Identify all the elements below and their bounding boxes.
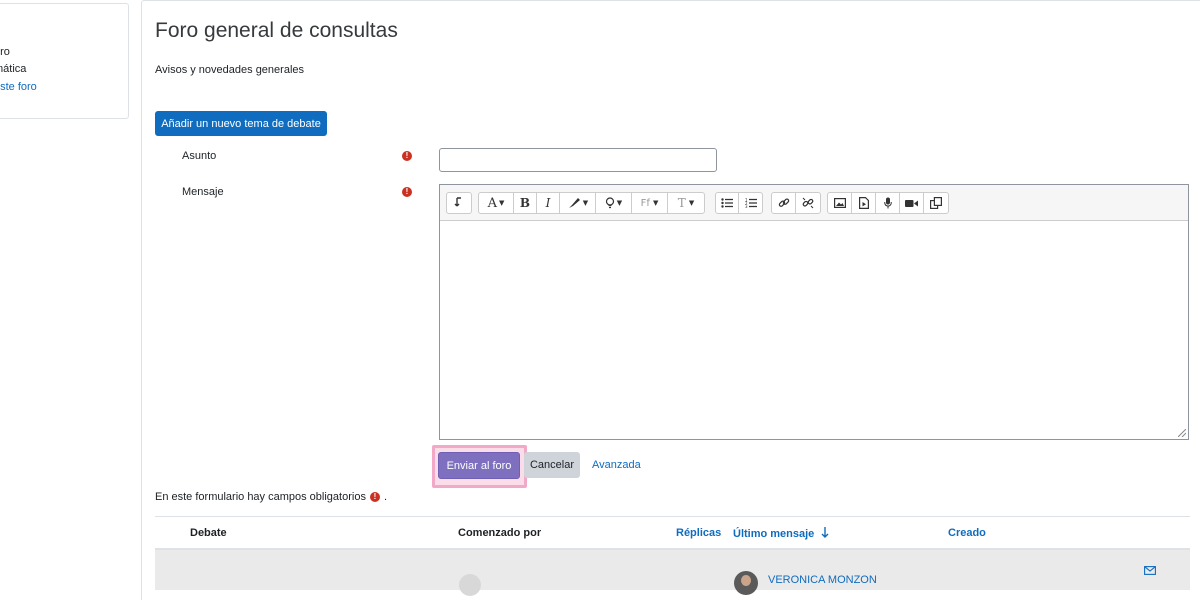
advanced-link[interactable]: Avanzada <box>592 459 641 471</box>
collapse-icon[interactable] <box>447 193 471 213</box>
font-family-icon[interactable]: Ff ▼ <box>632 193 668 213</box>
required-icon: ! <box>369 492 380 502</box>
header-last-post-label: Último mensaje <box>733 528 815 540</box>
font-size-icon[interactable]: T ▼ <box>668 193 704 213</box>
sidebar-block: oro mática este foro <box>0 3 129 119</box>
header-replies[interactable]: Réplicas <box>676 527 721 539</box>
required-icon: ! <box>402 151 412 161</box>
link-icon[interactable] <box>772 193 796 213</box>
svg-text:3: 3 <box>745 204 748 208</box>
toolbar-group <box>771 192 821 214</box>
arrow-down-icon <box>821 527 829 538</box>
record-audio-icon[interactable] <box>876 193 900 213</box>
manage-files-icon[interactable] <box>924 193 948 213</box>
header-debate: Debate <box>190 527 227 539</box>
page-title: Foro general de consultas <box>155 19 398 42</box>
header-started-by: Comenzado por <box>458 527 542 539</box>
last-post-author[interactable]: VERONICA MONZON <box>768 574 877 586</box>
lightbulb-icon[interactable]: ▼ <box>596 193 632 213</box>
record-video-icon[interactable] <box>900 193 924 213</box>
image-icon[interactable] <box>828 193 852 213</box>
required-note-text: En este formulario hay campos obligatori… <box>155 491 366 503</box>
subject-label: Asunto <box>182 150 217 162</box>
message-editor: A ▼ B I ▼ ▼ Ff ▼ T ▼ 123 <box>439 184 1189 440</box>
toolbar-group <box>446 192 472 214</box>
subject-input[interactable] <box>439 148 717 172</box>
avatar[interactable] <box>734 571 758 595</box>
required-note-end: . <box>383 491 388 503</box>
unordered-list-icon[interactable] <box>716 193 739 213</box>
background-color-icon[interactable]: ▼ <box>560 193 596 213</box>
required-icon: ! <box>402 187 412 197</box>
message-textarea[interactable] <box>440 222 1188 439</box>
sidebar-link[interactable]: este foro <box>0 80 37 94</box>
toolbar-group: A ▼ B I ▼ ▼ Ff ▼ T ▼ <box>478 192 705 214</box>
sidebar-item: oro <box>0 46 10 58</box>
bold-icon[interactable]: B <box>514 193 537 213</box>
unlink-icon[interactable] <box>796 193 820 213</box>
resize-handle-icon[interactable] <box>1178 429 1186 437</box>
ordered-list-icon[interactable]: 123 <box>739 193 762 213</box>
media-icon[interactable] <box>852 193 876 213</box>
font-color-icon[interactable]: A ▼ <box>479 193 514 213</box>
toolbar-group: 123 <box>715 192 763 214</box>
required-note: En este formulario hay campos obligatori… <box>155 491 387 503</box>
header-created[interactable]: Creado <box>948 527 986 539</box>
message-label: Mensaje <box>182 186 224 198</box>
cancel-button[interactable]: Cancelar <box>524 452 580 478</box>
table-row[interactable] <box>155 550 1190 590</box>
editor-toolbar: A ▼ B I ▼ ▼ Ff ▼ T ▼ 123 <box>440 185 1188 221</box>
header-last-post[interactable]: Último mensaje <box>733 527 829 540</box>
add-discussion-button[interactable]: Añadir un nuevo tema de debate <box>155 111 327 136</box>
sidebar-item: mática <box>0 63 27 75</box>
forum-intro: Avisos y novedades generales <box>155 64 305 76</box>
table-divider <box>155 516 1190 517</box>
toolbar-group <box>827 192 949 214</box>
italic-icon[interactable]: I <box>537 193 560 213</box>
avatar <box>459 574 481 596</box>
mail-icon[interactable] <box>1144 566 1156 575</box>
submit-button[interactable]: Enviar al foro <box>438 452 520 479</box>
